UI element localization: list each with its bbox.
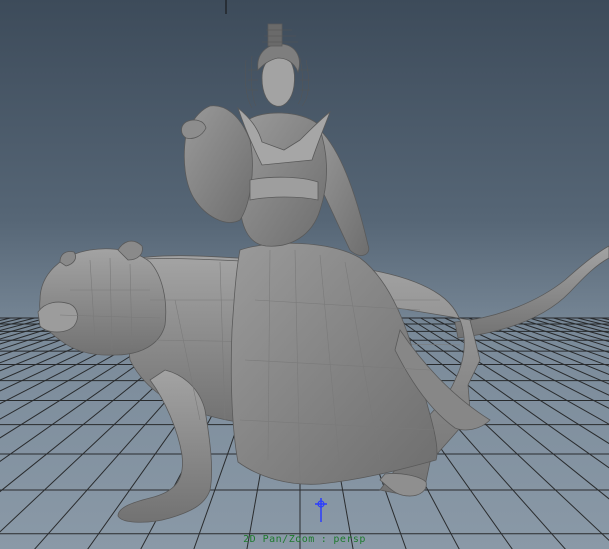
- viewport-hud: 2D Pan/Zoom: persp: [0, 534, 609, 545]
- pivot-manipulator-icon[interactable]: [315, 498, 327, 522]
- grid-line: [468, 317, 609, 375]
- 3d-viewport[interactable]: 2D Pan/Zoom: persp: [0, 0, 609, 549]
- grid-line: [601, 317, 609, 321]
- grid-line: [456, 317, 609, 385]
- grid-line: [0, 317, 83, 345]
- grid-line: [492, 317, 609, 360]
- hud-separator: :: [320, 534, 328, 545]
- grid-line: [0, 317, 71, 340]
- grid-line: [517, 317, 609, 348]
- scene-canvas[interactable]: [0, 0, 609, 549]
- hud-tool-label: 2D Pan/Zoom: [243, 534, 315, 545]
- hud-camera-label: persp: [333, 534, 366, 545]
- grid-line: [529, 317, 609, 343]
- grid-line: [432, 317, 609, 409]
- grid-line: [0, 317, 35, 328]
- grid-line: [541, 317, 609, 338]
